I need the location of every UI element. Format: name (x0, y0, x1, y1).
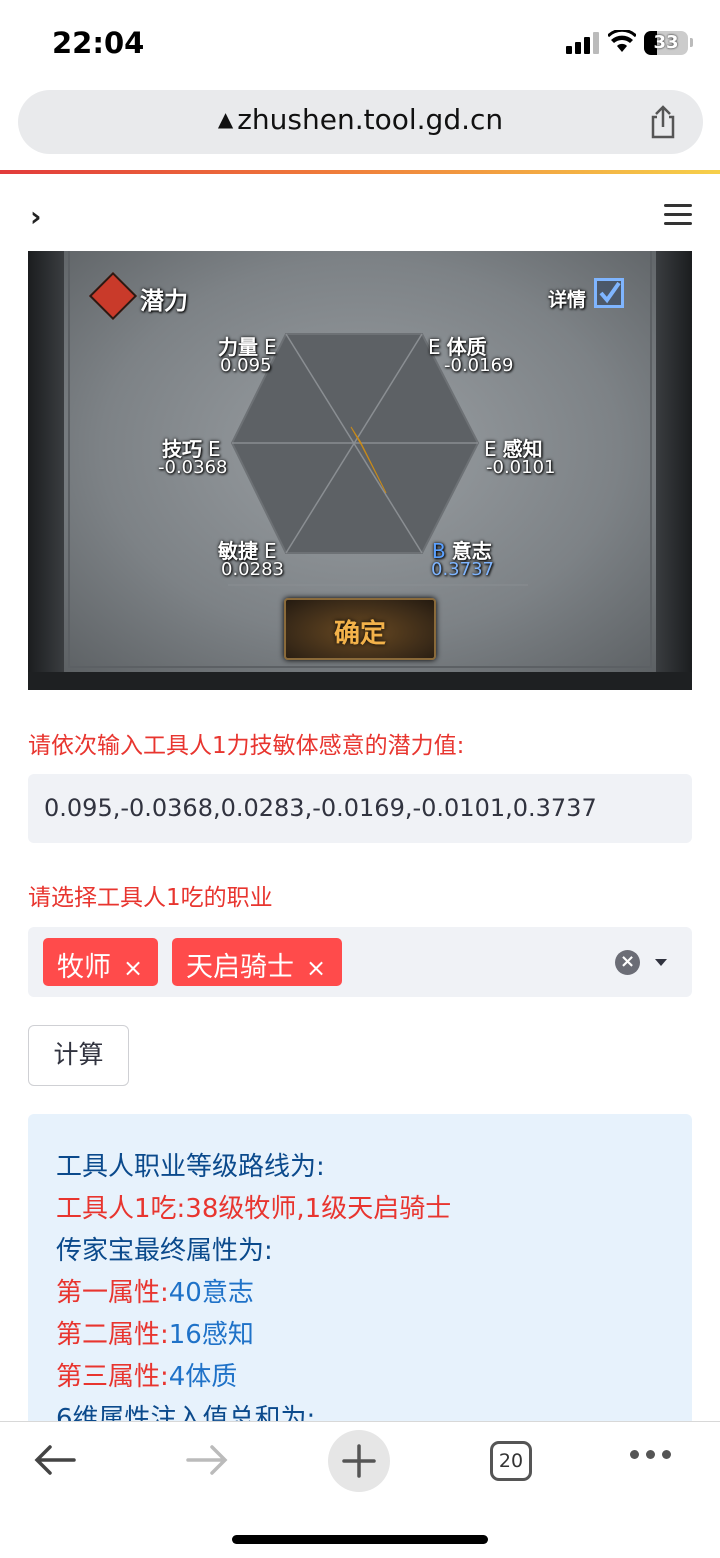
job-select-label: 请选择工具人1吃的职业 (28, 885, 273, 911)
detail-checkbox (594, 278, 624, 308)
status-bar: 22:04 33 (0, 0, 720, 88)
not-secure-warning-icon: ▲ (217, 107, 234, 131)
address-bar[interactable]: ▲ zhushen.tool.gd.cn (18, 90, 703, 154)
remove-chip-icon[interactable]: × (306, 954, 326, 982)
attr-row-3: 第三属性:4体质 (56, 1362, 238, 1392)
potential-input-label: 请依次输入工具人1力技敏体感意的潜力值: (28, 733, 465, 759)
job-chip-priest: 牧师 × (43, 938, 158, 986)
wifi-icon (606, 28, 638, 54)
attr-row-1: 第一属性:40意志 (56, 1278, 254, 1308)
game-confirm-button: 确定 (284, 598, 436, 660)
battery-icon: 33 (644, 31, 688, 55)
battery-level: 33 (653, 32, 679, 53)
job-multiselect[interactable]: 牧师 × 天启骑士 × × (28, 927, 692, 997)
game-potential-screenshot: 潜力 详情 力量 E 0.095 E 体质 -0.0169 技巧 E -0.0368 … (28, 251, 692, 690)
app-header: › (0, 180, 720, 250)
remove-chip-icon[interactable]: × (123, 954, 143, 982)
url-text: zhushen.tool.gd.cn (237, 103, 504, 136)
attr-heading: 传家宝最终属性为: (56, 1236, 273, 1266)
hamburger-menu-icon[interactable] (664, 204, 692, 226)
stat-skill-value: -0.0368 (158, 457, 228, 478)
attr-row-2: 第二属性:16感知 (56, 1320, 254, 1350)
result-panel: 工具人职业等级路线为: 工具人1吃:38级牧师,1级天启骑士 传家宝最终属性为:… (28, 1114, 692, 1434)
potential-input-value: 0.095,-0.0368,0.0283,-0.0169,-0.0101,0.3… (44, 794, 597, 822)
clear-all-icon[interactable]: × (615, 950, 640, 975)
stat-agility-value: 0.0283 (221, 559, 284, 580)
route-line: 工具人1吃:38级牧师,1级天启骑士 (56, 1194, 452, 1224)
calculate-button[interactable]: 计算 (28, 1025, 129, 1086)
stat-perception-value: -0.0101 (486, 457, 556, 478)
detail-label: 详情 (548, 289, 587, 311)
share-icon[interactable] (647, 105, 679, 139)
more-options-icon[interactable] (630, 1450, 672, 1462)
cellular-signal-icon (566, 32, 602, 54)
home-indicator (232, 1535, 488, 1544)
stat-constitution-value: -0.0169 (444, 355, 514, 376)
tab-count-button[interactable]: 20 (490, 1441, 532, 1481)
back-arrow-icon[interactable] (32, 1440, 78, 1490)
sidebar-toggle-chevron-icon[interactable]: › (30, 200, 42, 233)
status-time: 22:04 (52, 26, 145, 60)
route-heading: 工具人职业等级路线为: (56, 1152, 325, 1182)
forward-arrow-icon[interactable] (184, 1440, 230, 1490)
page-load-progress (0, 170, 720, 174)
job-chip-apocalypse-knight: 天启骑士 × (172, 938, 342, 986)
job-chip-label: 天启骑士 (186, 952, 294, 983)
potential-title: 潜力 (140, 287, 188, 315)
potential-input[interactable]: 0.095,-0.0368,0.0283,-0.0169,-0.0101,0.3… (28, 774, 692, 843)
new-tab-plus-icon[interactable] (328, 1430, 390, 1492)
stat-will-value: 0.3737 (431, 559, 494, 580)
job-chip-label: 牧师 (57, 952, 111, 983)
stat-strength-value: 0.095 (220, 355, 272, 376)
dropdown-caret-icon[interactable] (655, 959, 667, 966)
